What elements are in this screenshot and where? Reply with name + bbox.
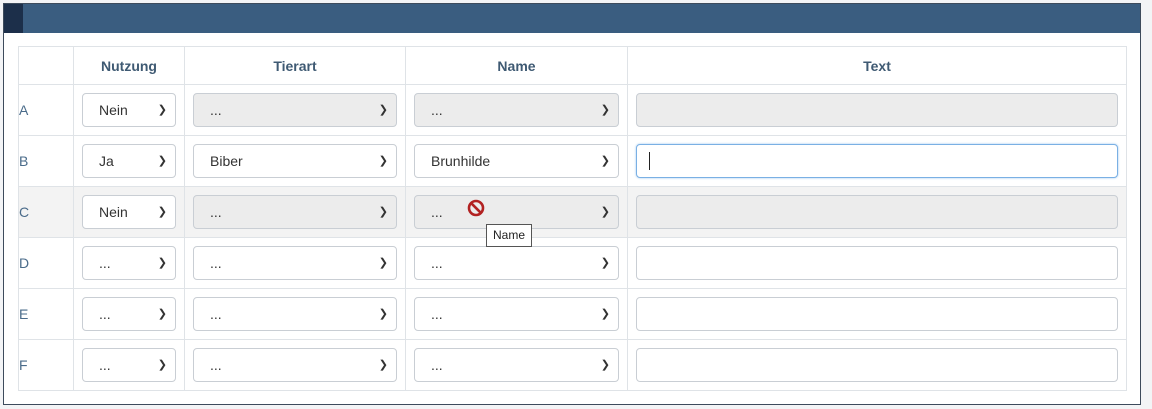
tierart-select[interactable]: ... ❯ [193, 297, 397, 331]
column-header-tierart: Tierart [184, 46, 406, 85]
name-select[interactable]: ... ❯ [414, 93, 619, 127]
tierart-value: ... [210, 204, 222, 220]
chevron-down-icon: ❯ [378, 155, 388, 167]
chevron-down-icon: ❯ [157, 257, 167, 269]
name-value: ... [431, 357, 443, 373]
tierart-value: ... [210, 102, 222, 118]
chevron-down-icon: ❯ [600, 257, 610, 269]
tierart-select[interactable]: Biber ❯ [193, 144, 397, 178]
name-value: ... [431, 255, 443, 271]
chevron-down-icon: ❯ [157, 359, 167, 371]
nutzung-select[interactable]: ... ❯ [82, 246, 176, 280]
chevron-down-icon: ❯ [600, 104, 610, 116]
table-header-row: Nutzung Tierart Name Text [18, 46, 1127, 85]
animal-table: Nutzung Tierart Name Text A Nein ❯ ... ❯ .… [18, 46, 1127, 391]
text-input[interactable] [636, 246, 1118, 280]
text-input[interactable] [636, 195, 1118, 229]
nutzung-select[interactable]: ... ❯ [82, 297, 176, 331]
tooltip: Name [486, 224, 532, 247]
tierart-select[interactable]: ... ❯ [193, 246, 397, 280]
column-header-nutzung: Nutzung [73, 46, 185, 85]
nutzung-select[interactable]: Nein ❯ [82, 93, 176, 127]
name-value: ... [431, 306, 443, 322]
name-select[interactable]: ... ❯ [414, 297, 619, 331]
panel-header [4, 4, 1140, 33]
chevron-down-icon: ❯ [600, 308, 610, 320]
nutzung-value: ... [99, 255, 111, 271]
row-label: B [18, 135, 74, 187]
nutzung-value: ... [99, 357, 111, 373]
tierart-value: ... [210, 357, 222, 373]
nutzung-select[interactable]: Ja ❯ [82, 144, 176, 178]
table-row: B Ja ❯ Biber ❯ Brunhilde ❯ [18, 135, 1127, 187]
column-header-label [18, 46, 74, 85]
nutzung-value: ... [99, 306, 111, 322]
name-select[interactable]: ... ❯ [414, 348, 619, 382]
table-row: C Nein ❯ ... ❯ ... ❯ [18, 186, 1127, 238]
name-select[interactable]: ... ❯ [414, 246, 619, 280]
chevron-down-icon: ❯ [157, 155, 167, 167]
chevron-down-icon: ❯ [157, 104, 167, 116]
name-value: ... [431, 204, 443, 220]
chevron-down-icon: ❯ [157, 206, 167, 218]
tierart-value: Biber [210, 153, 243, 169]
tierart-select[interactable]: ... ❯ [193, 348, 397, 382]
tierart-value: ... [210, 255, 222, 271]
name-select[interactable]: Brunhilde ❯ [414, 144, 619, 178]
name-value: ... [431, 102, 443, 118]
nutzung-select[interactable]: ... ❯ [82, 348, 176, 382]
text-cursor [649, 152, 650, 170]
text-input[interactable] [636, 144, 1118, 178]
nutzung-value: Ja [99, 153, 114, 169]
chevron-down-icon: ❯ [378, 257, 388, 269]
form-panel: Nutzung Tierart Name Text A Nein ❯ ... ❯ .… [3, 3, 1141, 405]
tierart-value: ... [210, 306, 222, 322]
table-row: F ... ❯ ... ❯ ... ❯ [18, 339, 1127, 391]
chevron-down-icon: ❯ [600, 206, 610, 218]
table-row: D ... ❯ ... ❯ ... ❯ [18, 237, 1127, 289]
text-input[interactable] [636, 93, 1118, 127]
not-allowed-cursor-icon [467, 199, 485, 217]
row-label: A [18, 84, 74, 136]
text-input[interactable] [636, 348, 1118, 382]
table-row: E ... ❯ ... ❯ ... ❯ [18, 288, 1127, 340]
row-label: C [18, 186, 74, 238]
chevron-down-icon: ❯ [600, 155, 610, 167]
name-value: Brunhilde [431, 153, 491, 169]
row-label: F [18, 339, 74, 391]
chevron-down-icon: ❯ [157, 308, 167, 320]
chevron-down-icon: ❯ [378, 308, 388, 320]
panel-header-accent [4, 4, 23, 33]
row-label: E [18, 288, 74, 340]
column-header-name: Name [405, 46, 628, 85]
chevron-down-icon: ❯ [600, 359, 610, 371]
nutzung-value: Nein [99, 102, 128, 118]
table-row: A Nein ❯ ... ❯ ... ❯ [18, 84, 1127, 136]
row-label: D [18, 237, 74, 289]
text-input[interactable] [636, 297, 1118, 331]
nutzung-select[interactable]: Nein ❯ [82, 195, 176, 229]
chevron-down-icon: ❯ [378, 359, 388, 371]
tierart-select[interactable]: ... ❯ [193, 93, 397, 127]
column-header-text: Text [627, 46, 1127, 85]
nutzung-value: Nein [99, 204, 128, 220]
chevron-down-icon: ❯ [378, 206, 388, 218]
tierart-select[interactable]: ... ❯ [193, 195, 397, 229]
chevron-down-icon: ❯ [378, 104, 388, 116]
